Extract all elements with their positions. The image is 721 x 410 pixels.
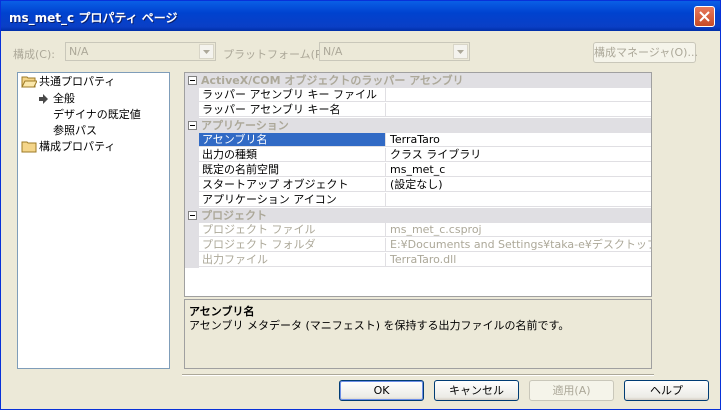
config-select[interactable]: N/A: [65, 42, 216, 61]
platform-value: N/A: [323, 45, 343, 58]
property-value: ms_met_c.csproj: [386, 223, 651, 237]
property-row[interactable]: プロジェクト フォルダ E:¥Documents and Settings¥ta…: [185, 238, 651, 253]
help-button[interactable]: ヘルプ: [624, 380, 709, 401]
dropdown-arrow-icon: [457, 50, 464, 54]
property-name: スタートアップ オブジェクト: [199, 178, 386, 192]
close-icon: [699, 11, 710, 22]
property-name: アセンブリ名: [199, 133, 386, 147]
tree-item-label: デザイナの既定値: [53, 108, 141, 121]
property-value[interactable]: [386, 88, 651, 102]
tree-item-label: 全般: [53, 92, 75, 105]
config-label: 構成(C):: [13, 48, 55, 61]
folder-open-icon: [21, 76, 37, 88]
property-name: ラッパー アセンブリ キー名: [199, 103, 386, 117]
apply-button[interactable]: 適用(A): [529, 380, 614, 401]
property-row[interactable]: プロジェクト ファイル ms_met_c.csproj: [185, 223, 651, 238]
close-button[interactable]: [694, 6, 715, 27]
platform-label: プラットフォーム(P):: [223, 48, 330, 61]
property-row[interactable]: ラッパー アセンブリ キー ファイル: [185, 88, 651, 103]
dropdown-arrow-icon: [203, 50, 210, 54]
property-value[interactable]: ms_met_c: [386, 163, 651, 177]
collapse-icon[interactable]: [188, 121, 197, 130]
property-row[interactable]: 出力ファイル TerraTaro.dll: [185, 253, 651, 268]
platform-dropdown-button[interactable]: [453, 44, 468, 59]
property-row[interactable]: アプリケーション アイコン: [185, 193, 651, 208]
tree-item-label: 参照パス: [53, 124, 97, 137]
collapse-icon[interactable]: [188, 211, 197, 220]
category-application[interactable]: アプリケーション: [185, 118, 651, 133]
property-name: アプリケーション アイコン: [199, 193, 386, 207]
property-name: プロジェクト ファイル: [199, 223, 386, 237]
property-grid[interactable]: ActiveX/COM オブジェクトのラッパー アセンブリ ラッパー アセンブリ…: [184, 72, 652, 297]
tree-item-label: 共通プロパティ: [39, 75, 116, 88]
property-name: 出力の種類: [199, 148, 386, 162]
cancel-button[interactable]: キャンセル: [434, 380, 519, 401]
property-name: プロジェクト フォルダ: [199, 238, 386, 252]
description-panel: アセンブリ名 アセンブリ メタデータ (マニフェスト) を保持する出力ファイルの…: [184, 299, 652, 369]
config-manager-button[interactable]: 構成マネージャ(O)...: [593, 42, 698, 63]
category-project[interactable]: プロジェクト: [185, 208, 651, 223]
property-value[interactable]: クラス ライブラリ: [386, 148, 651, 162]
property-value: TerraTaro.dll: [386, 253, 651, 267]
property-name: 出力ファイル: [199, 253, 386, 267]
property-name: ラッパー アセンブリ キー ファイル: [199, 88, 386, 102]
assembly-name-input[interactable]: TerraTaro: [386, 133, 651, 147]
config-dropdown-button[interactable]: [199, 44, 214, 59]
window-title: ms_met_c プロパティ ページ: [9, 11, 178, 25]
dialog-client: 構成(C): N/A プラットフォーム(P): N/A 構成マネージャ(O)..…: [4, 31, 717, 408]
property-value[interactable]: (設定なし): [386, 178, 651, 192]
category-label: ActiveX/COM オブジェクトのラッパー アセンブリ: [201, 74, 464, 87]
property-value: E:¥Documents and Settings¥taka-e¥デスクトップ¥…: [386, 238, 651, 252]
property-value[interactable]: [386, 193, 651, 207]
title-bar[interactable]: ms_met_c プロパティ ページ: [1, 1, 720, 31]
separator: [182, 374, 654, 376]
folder-icon: [21, 141, 37, 153]
platform-select[interactable]: N/A: [319, 42, 470, 61]
property-row-assembly-name[interactable]: アセンブリ名 TerraTaro: [185, 133, 651, 148]
collapse-icon[interactable]: [188, 76, 197, 85]
category-label: アプリケーション: [201, 119, 289, 132]
property-value[interactable]: [386, 103, 651, 117]
config-value: N/A: [69, 45, 89, 58]
category-label: プロジェクト: [201, 209, 267, 222]
property-row[interactable]: 出力の種類 クラス ライブラリ: [185, 148, 651, 163]
tree-item-label: 構成プロパティ: [39, 140, 116, 153]
property-name: 既定の名前空間: [199, 163, 386, 177]
properties-window: ms_met_c プロパティ ページ 構成(C): N/A プラットフォーム(P…: [0, 0, 721, 410]
property-row[interactable]: スタートアップ オブジェクト (設定なし): [185, 178, 651, 193]
ok-button[interactable]: OK: [339, 380, 424, 401]
property-row[interactable]: ラッパー アセンブリ キー名: [185, 103, 651, 118]
category-wrapper-assembly[interactable]: ActiveX/COM オブジェクトのラッパー アセンブリ: [185, 73, 651, 88]
arrow-right-icon: [39, 94, 48, 104]
property-row[interactable]: 既定の名前空間 ms_met_c: [185, 163, 651, 178]
description-text: アセンブリ メタデータ (マニフェスト) を保持する出力ファイルの名前です。: [189, 319, 570, 332]
property-tree[interactable]: 共通プロパティ 全般 デザイナの既定値 参照パス 構成プロパティ: [17, 72, 170, 369]
